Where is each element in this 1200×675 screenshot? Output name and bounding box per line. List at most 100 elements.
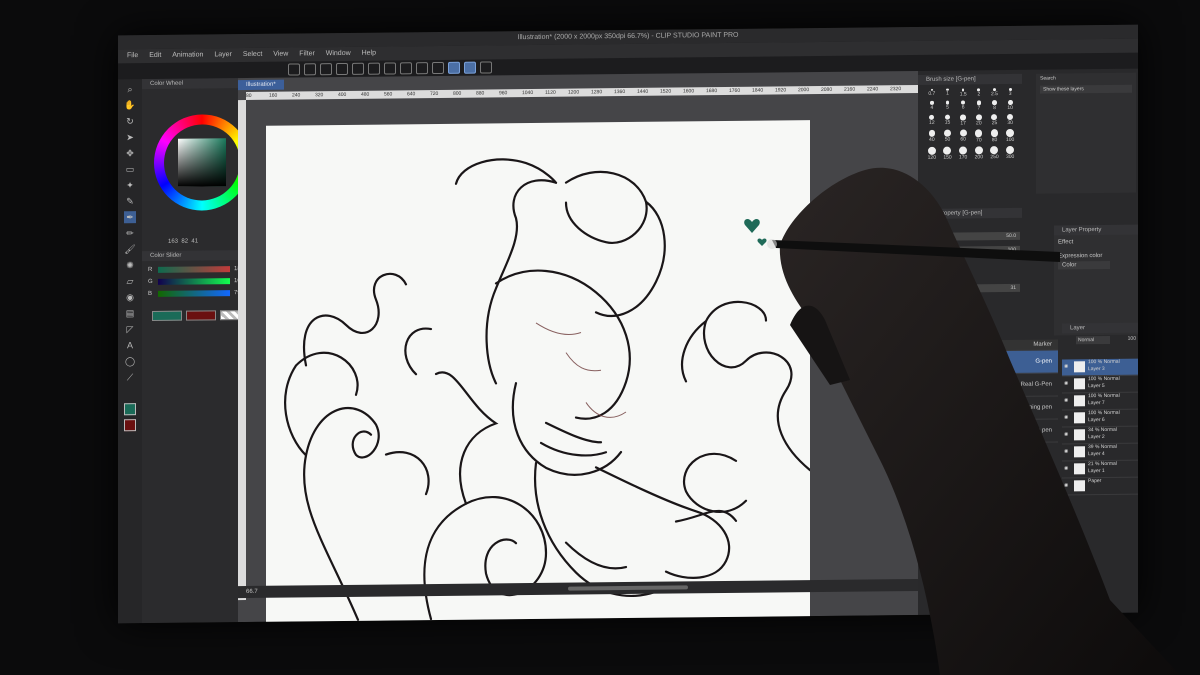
brush-size-cell[interactable]: 5 xyxy=(940,100,956,112)
brush-size-cell[interactable]: 150 xyxy=(940,146,956,161)
brush-size-cell[interactable]: 80 xyxy=(987,129,1003,143)
horizontal-scrollbar[interactable] xyxy=(568,585,688,591)
transform-icon[interactable] xyxy=(384,62,396,75)
brush-size-cell[interactable]: 1.5 xyxy=(955,88,971,97)
sub-color-swatch[interactable] xyxy=(124,419,136,432)
brush-size-cell[interactable]: 70 xyxy=(971,129,987,143)
operation-icon[interactable]: ➤ xyxy=(124,131,136,143)
brush-size-cell[interactable]: 60 xyxy=(955,129,971,144)
new-icon[interactable] xyxy=(288,63,300,76)
main-color-swatch[interactable] xyxy=(124,403,136,416)
brush-size-cell[interactable]: 50 xyxy=(940,129,956,144)
snap-ruler-icon[interactable] xyxy=(416,62,428,75)
subtool-mapping-pen[interactable]: Mapping pen xyxy=(988,396,1058,421)
auto-select-icon[interactable]: ✦ xyxy=(124,179,136,191)
layer-row[interactable]: ◉ 100 % Normal Layer 5 xyxy=(1062,375,1138,394)
size-slider[interactable]: 50.0 xyxy=(924,231,1020,241)
zoom-icon[interactable]: ⌕ xyxy=(124,83,136,95)
subtool-real-g-pen[interactable]: Real G-Pen xyxy=(988,373,1058,398)
brush-size-cell[interactable]: 2.5 xyxy=(987,88,1003,97)
brush-size-cell[interactable]: 20 xyxy=(971,114,987,126)
brush-size-cell[interactable]: 8 xyxy=(987,100,1003,111)
pen-pressure-icon[interactable] xyxy=(464,61,476,74)
brush-size-cell[interactable]: 250 xyxy=(987,146,1003,160)
show-layers-select[interactable]: Show these layers xyxy=(1040,84,1132,94)
subtool-map-pen[interactable]: Map pen xyxy=(988,419,1058,444)
subtool-header[interactable]: Marker xyxy=(988,339,1058,352)
pencil-icon[interactable]: ✏ xyxy=(124,227,136,239)
undo-icon[interactable] xyxy=(336,62,348,76)
brush-size-cell[interactable]: 12 xyxy=(924,114,940,127)
blend-mode-select[interactable]: Normal xyxy=(1076,335,1110,345)
canvas-area[interactable]: Illustration* 80 160 240 320 400 480 560 640 720… xyxy=(238,70,918,624)
brush-size-cell[interactable]: 1 xyxy=(940,88,956,98)
eye-icon[interactable]: ◉ xyxy=(1064,414,1068,421)
brush-size-cell[interactable]: 3 xyxy=(1002,87,1018,97)
history-swatch-teal[interactable] xyxy=(152,310,182,321)
brush-size-cell[interactable]: 2 xyxy=(971,88,987,97)
brush-size-cell[interactable]: 0.7 xyxy=(924,88,940,98)
deselect-icon[interactable] xyxy=(400,62,412,75)
stabilizer-slider[interactable]: 31 xyxy=(924,283,1020,293)
brush-size-cell[interactable]: 15 xyxy=(940,114,956,127)
rotate-icon[interactable]: ↻ xyxy=(124,115,136,127)
eraser-icon[interactable]: ▱ xyxy=(124,275,136,287)
layer-row[interactable]: ◉ 39 % Normal Layer 4 xyxy=(1062,443,1138,462)
brush-size-cell[interactable]: 17 xyxy=(955,114,971,126)
layer-opacity-value[interactable]: 100 xyxy=(1128,336,1136,342)
layer-row[interactable]: ◉ 100 % Normal Layer 7 xyxy=(1062,392,1138,411)
redo-icon[interactable] xyxy=(352,62,364,75)
brush-size-cell[interactable]: 300 xyxy=(1002,145,1018,160)
b-track[interactable] xyxy=(158,290,230,297)
snap-special-ruler-icon[interactable] xyxy=(448,61,460,74)
ruler-icon[interactable]: ⟋ xyxy=(124,371,136,383)
brush-size-cell[interactable]: 6 xyxy=(955,100,971,112)
saturation-value-square[interactable] xyxy=(178,138,226,187)
menu-file[interactable]: File xyxy=(127,52,138,59)
fill-icon[interactable]: ◉ xyxy=(124,291,136,303)
brush-size-cell[interactable]: 40 xyxy=(924,130,940,144)
menu-window[interactable]: Window xyxy=(326,50,351,57)
brush-size-cell[interactable]: 7 xyxy=(971,100,987,111)
pen-icon[interactable]: ✒ xyxy=(124,211,136,224)
brush-size-cell[interactable]: 4 xyxy=(924,101,940,112)
menu-edit[interactable]: Edit xyxy=(149,52,161,59)
eye-icon[interactable]: ◉ xyxy=(1064,448,1068,455)
menu-layer[interactable]: Layer xyxy=(214,51,232,58)
menu-filter[interactable]: Filter xyxy=(299,50,315,57)
menu-select[interactable]: Select xyxy=(243,51,262,58)
save-icon[interactable] xyxy=(320,63,332,76)
opacity-slider[interactable]: 100 xyxy=(924,245,1020,255)
figure-icon[interactable]: ◸ xyxy=(124,323,136,335)
menu-help[interactable]: Help xyxy=(362,50,376,57)
brush-size-cell[interactable]: 120 xyxy=(924,146,940,161)
document-tab[interactable]: Illustration* xyxy=(238,79,284,91)
brush-size-cell[interactable]: 170 xyxy=(955,146,971,161)
selection-icon[interactable]: ▭ xyxy=(124,163,136,175)
g-track[interactable] xyxy=(158,278,230,285)
brush-size-cell[interactable]: 30 xyxy=(1002,113,1018,126)
zoom-value[interactable]: 66.7 xyxy=(246,589,258,595)
open-icon[interactable] xyxy=(304,63,316,76)
balloon-icon[interactable]: ◯ xyxy=(124,355,136,367)
layer-row[interactable]: ◉ 100 % Normal Layer 6 xyxy=(1062,409,1138,428)
airbrush-icon[interactable]: ✺ xyxy=(124,259,136,271)
brush-size-cell[interactable]: 10 xyxy=(1002,100,1018,111)
brush-size-cell[interactable]: 200 xyxy=(971,146,987,160)
slider-b[interactable]: B 79 xyxy=(142,290,241,301)
eye-icon[interactable]: ◉ xyxy=(1064,431,1068,438)
layer-row[interactable]: ◉ 34 % Normal Layer 2 xyxy=(1062,426,1138,445)
expression-color-select[interactable]: Color xyxy=(1058,260,1110,270)
move-icon[interactable]: ✥ xyxy=(124,147,136,159)
layer-row[interactable]: ◉ 100 % Normal Layer 3 xyxy=(1062,358,1138,377)
drawing-canvas[interactable] xyxy=(266,120,810,624)
menu-animation[interactable]: Animation xyxy=(172,51,203,58)
brush-size-grid[interactable]: 0.7 1 1.5 2 2.5 3 4 5 6 7 8 10 12 15 17 20 25 30 40 50 60 70 8… xyxy=(924,87,1018,161)
eye-icon[interactable]: ◉ xyxy=(1064,380,1068,387)
gradient-icon[interactable]: ▤ xyxy=(124,307,136,319)
slider-r[interactable]: R 18 xyxy=(142,266,241,277)
layer-row[interactable]: ◉ Paper xyxy=(1062,477,1138,496)
settings-icon[interactable] xyxy=(480,61,492,74)
layer-row[interactable]: ◉ 21 % Normal Layer 1 xyxy=(1062,460,1138,479)
snap-grid-icon[interactable] xyxy=(432,61,444,75)
